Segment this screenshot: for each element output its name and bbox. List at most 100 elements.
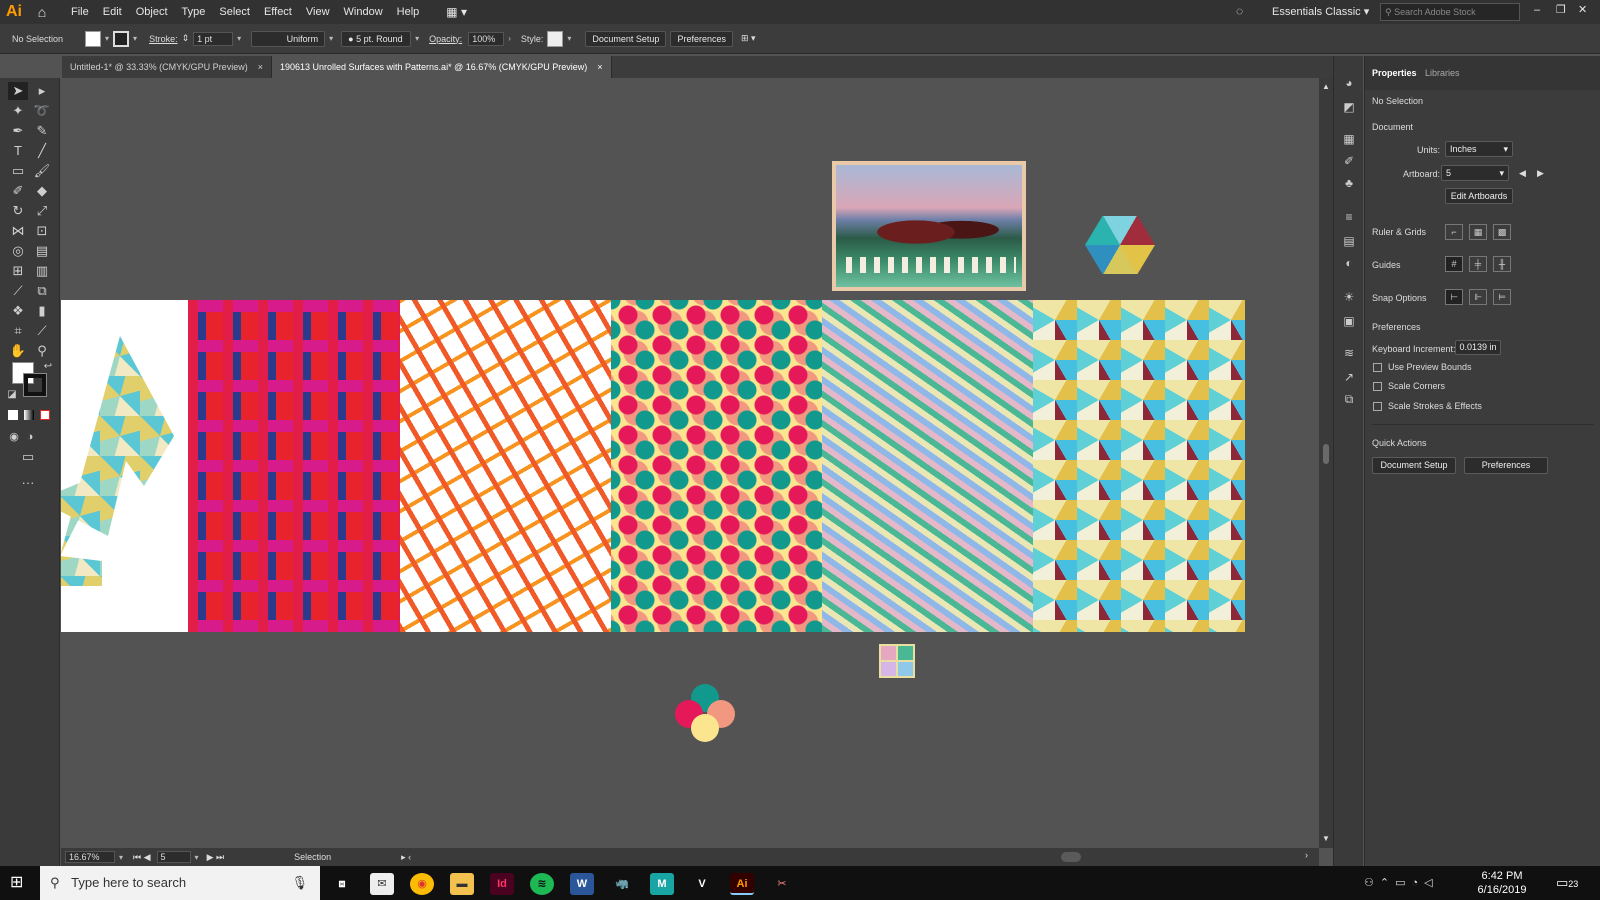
snap-point-icon[interactable]: ⊢ (1445, 289, 1463, 305)
keyboard-increment-input[interactable]: 0.0139 in (1455, 340, 1501, 355)
battery-icon[interactable]: ▭ (1395, 877, 1411, 889)
symbol-sprayer-icon[interactable]: ❖ (8, 302, 28, 320)
transparency-icon[interactable]: ◐ (1341, 256, 1357, 270)
brush-dropdown-icon[interactable]: ▾ (415, 34, 419, 43)
taskbar-search-box[interactable]: ⚲ Type here to search 🎙 (40, 866, 320, 900)
line-icon[interactable]: ╱ (32, 142, 52, 160)
tile-graphic[interactable] (879, 644, 915, 678)
width-icon[interactable]: ⋈ (8, 222, 28, 240)
scale-strokes-checkbox[interactable]: Scale Strokes & Effects (1373, 401, 1482, 412)
network-icon[interactable]: ◔ (1412, 877, 1425, 889)
stock-search[interactable]: ⚲ Search Adobe Stock (1380, 3, 1520, 21)
horizontal-scroll-thumb[interactable] (1061, 852, 1081, 862)
stroke-swatch[interactable] (113, 30, 130, 47)
draw-behind-icon[interactable]: ◑ (20, 428, 40, 446)
type-icon[interactable]: T (8, 142, 28, 160)
appearance-icon[interactable]: ☀ (1341, 290, 1357, 304)
swap-colors-icon[interactable]: ↩ (38, 358, 58, 376)
prev-artboard-icon[interactable]: ◀ (1519, 168, 1526, 179)
fill-swatch[interactable] (85, 30, 102, 47)
next-artboard-icon[interactable]: ▶ (1537, 168, 1544, 179)
volume-icon[interactable]: ◁ (1424, 877, 1438, 889)
tab-libraries[interactable]: Libraries (1425, 68, 1460, 78)
tab-close-icon[interactable]: × (258, 62, 263, 72)
scale-corners-checkbox[interactable]: Scale Corners (1373, 381, 1445, 392)
opacity-input[interactable]: 100% (468, 31, 505, 46)
style-dropdown-icon[interactable]: ▾ (567, 34, 571, 43)
pen-icon[interactable]: ✒ (8, 122, 28, 140)
scroll-thumb[interactable] (1323, 444, 1329, 464)
shaper-icon[interactable]: ✐ (8, 182, 28, 200)
opacity-arrow-icon[interactable]: › (508, 34, 511, 43)
selection-tool-icon[interactable]: ➤ (8, 82, 28, 100)
vray-icon[interactable]: V (690, 873, 714, 895)
menu-view[interactable]: View (299, 0, 337, 24)
symbols-icon[interactable]: ♣ (1341, 176, 1357, 190)
qa-document-setup-button[interactable]: Document Setup (1372, 457, 1456, 474)
none-mode-icon[interactable] (40, 410, 50, 420)
lightbulb-icon[interactable]: ◌ (1236, 4, 1243, 18)
eyedropper-icon[interactable]: ⟋ (8, 282, 28, 300)
scroll-up-icon[interactable]: ▲ (1322, 82, 1330, 91)
edit-artboards-button[interactable]: Edit Artboards (1445, 188, 1513, 204)
stroke-label[interactable]: Stroke: (149, 34, 178, 44)
tab-unrolled-surfaces[interactable]: 190613 Unrolled Surfaces with Patterns.a… (271, 56, 612, 78)
menu-help[interactable]: Help (390, 0, 427, 24)
menu-object[interactable]: Object (129, 0, 175, 24)
paintbrush-icon[interactable]: 🖌 (32, 162, 52, 180)
rhino-icon[interactable]: 🦏 (610, 873, 634, 895)
scroll-right-icon[interactable]: › (1305, 850, 1308, 860)
hexagon-graphic[interactable] (1085, 216, 1155, 274)
units-select[interactable]: Inches ▾ (1445, 141, 1513, 157)
maya-icon[interactable]: M (650, 873, 674, 895)
clock[interactable]: 6:42 PM 6/16/2019 (1472, 869, 1532, 897)
rectangle-icon[interactable]: ▭ (8, 162, 28, 180)
zoom-dropdown-icon[interactable]: ▾ (119, 853, 123, 862)
artboard-pattern-circles[interactable] (611, 300, 822, 632)
blend-icon[interactable]: ⧉ (32, 282, 52, 300)
artboard-number[interactable]: 5 (156, 851, 191, 863)
graphic-styles-icon[interactable]: ▣ (1341, 314, 1357, 328)
scroll-down-icon[interactable]: ▼ (1322, 834, 1330, 843)
artboard-pattern-red[interactable] (188, 300, 400, 632)
file-explorer-icon[interactable]: ▬ (450, 873, 474, 895)
artboard-pattern-orange[interactable] (400, 300, 611, 632)
illustrator-taskbar-icon[interactable]: Ai (730, 873, 754, 895)
status-menu-icon[interactable]: ▸ ‹ (401, 852, 411, 863)
perspective-grid-icon[interactable]: ▤ (32, 242, 52, 260)
gradient-icon[interactable]: ▥ (32, 262, 52, 280)
menu-file[interactable]: File (64, 0, 96, 24)
artboard-select[interactable]: 5 ▾ (1441, 165, 1509, 181)
vertical-scrollbar[interactable]: ▲ ▼ (1319, 78, 1333, 848)
curvature-icon[interactable]: ✎ (32, 122, 52, 140)
stroke-icon[interactable]: ≡ (1341, 210, 1357, 224)
snap-grid-icon[interactable]: ⊩ (1469, 289, 1487, 305)
stroke-color-swatch[interactable] (23, 373, 47, 397)
color-icon[interactable]: ◕ (1341, 76, 1357, 90)
workspace-switcher[interactable]: Essentials Classic ▾ (1272, 0, 1369, 24)
first-artboard-icon[interactable]: ⏮ ◀ (133, 852, 151, 863)
fill-dropdown-icon[interactable]: ▾ (105, 34, 109, 43)
snip-tool-icon[interactable]: ✂ (770, 873, 794, 895)
color-guide-icon[interactable]: ◩ (1341, 100, 1357, 114)
swatches-icon[interactable]: ▦ (1341, 132, 1357, 146)
hand-icon[interactable]: ✋ (8, 342, 28, 360)
screen-mode-icon[interactable]: ▭ (18, 448, 38, 466)
artboard-icon[interactable]: ⌗ (8, 322, 28, 340)
brush-definition[interactable]: ● 5 pt. Round (341, 30, 412, 47)
mail-app-icon[interactable]: ✉ (370, 873, 394, 895)
edit-toolbar-icon[interactable]: ··· (18, 474, 38, 492)
layers-icon[interactable]: ≋ (1341, 346, 1357, 360)
tab-close-icon[interactable]: × (597, 62, 602, 72)
canvas[interactable] (61, 78, 1319, 848)
show-guides-icon[interactable]: # (1445, 256, 1463, 272)
window-close-icon[interactable]: ✕ (1578, 3, 1587, 16)
tray-chevron-icon[interactable]: ⌃ (1380, 877, 1395, 889)
style-swatch[interactable] (547, 30, 564, 47)
artboard-pattern-tiles[interactable] (822, 300, 1033, 632)
gradient-panel-icon[interactable]: ▤ (1341, 234, 1357, 248)
indesign-icon[interactable]: Id (490, 873, 514, 895)
brushes-icon[interactable]: ✐ (1341, 154, 1357, 168)
word-icon[interactable]: W (570, 873, 594, 895)
transparency-grid-icon[interactable]: ▩ (1493, 224, 1511, 240)
